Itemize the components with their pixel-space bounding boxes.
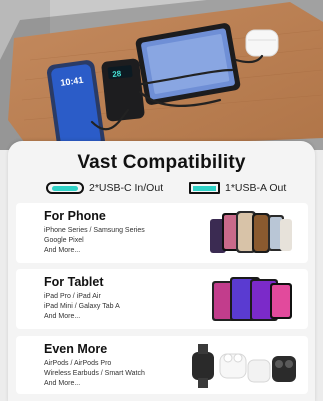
usb-c-port-icon — [46, 182, 84, 194]
earbuds-case-image — [245, 29, 279, 57]
power-bank-scene-illustration: 10:41 28 — [0, 0, 323, 150]
compatibility-card: Vast Compatibility 2*USB-C In/Out 1*USB-… — [8, 141, 315, 401]
power-bank-display: 28 — [112, 69, 122, 79]
section-line: Google Pixel — [44, 237, 84, 244]
section-line: iPad Pro / iPad Air — [44, 293, 101, 300]
section-line: AirPods / AirPods Pro — [44, 360, 112, 367]
section-line: And More... — [44, 380, 81, 387]
power-bank-image: 28 — [101, 58, 145, 122]
port-label-usb-c: 2*USB-C In/Out — [89, 182, 164, 194]
hero-product-photo: 10:41 28 — [0, 0, 323, 150]
phones-image — [210, 211, 292, 253]
section-title: For Tablet — [44, 275, 104, 289]
usb-a-port-icon — [189, 182, 220, 194]
section-for-phone: For Phone iPhone Series / Samsung Series… — [16, 203, 308, 263]
section-line: iPhone Series / Samsung Series — [44, 227, 145, 234]
section-for-tablet: For Tablet iPad Pro / iPad Air iPad Mini… — [16, 269, 308, 329]
port-label-usb-a: 1*USB-A Out — [225, 182, 287, 194]
section-line: iPad Mini / Galaxy Tab A — [44, 303, 120, 310]
port-usb-a: 1*USB-A Out — [189, 180, 286, 196]
section-title: Even More — [44, 342, 108, 356]
ports-legend: 2*USB-C In/Out 1*USB-A Out — [8, 180, 315, 196]
section-title: For Phone — [44, 209, 106, 223]
accessories-image — [192, 344, 296, 388]
tablets-image — [212, 277, 292, 321]
section-line: Wireless Earbuds / Smart Watch — [44, 370, 145, 377]
port-usb-c: 2*USB-C In/Out — [46, 180, 163, 196]
page-title: Vast Compatibility — [77, 152, 246, 173]
section-even-more: Even More AirPods / AirPods Pro Wireless… — [16, 336, 308, 394]
section-line: And More... — [44, 313, 81, 320]
section-line: And More... — [44, 247, 81, 254]
